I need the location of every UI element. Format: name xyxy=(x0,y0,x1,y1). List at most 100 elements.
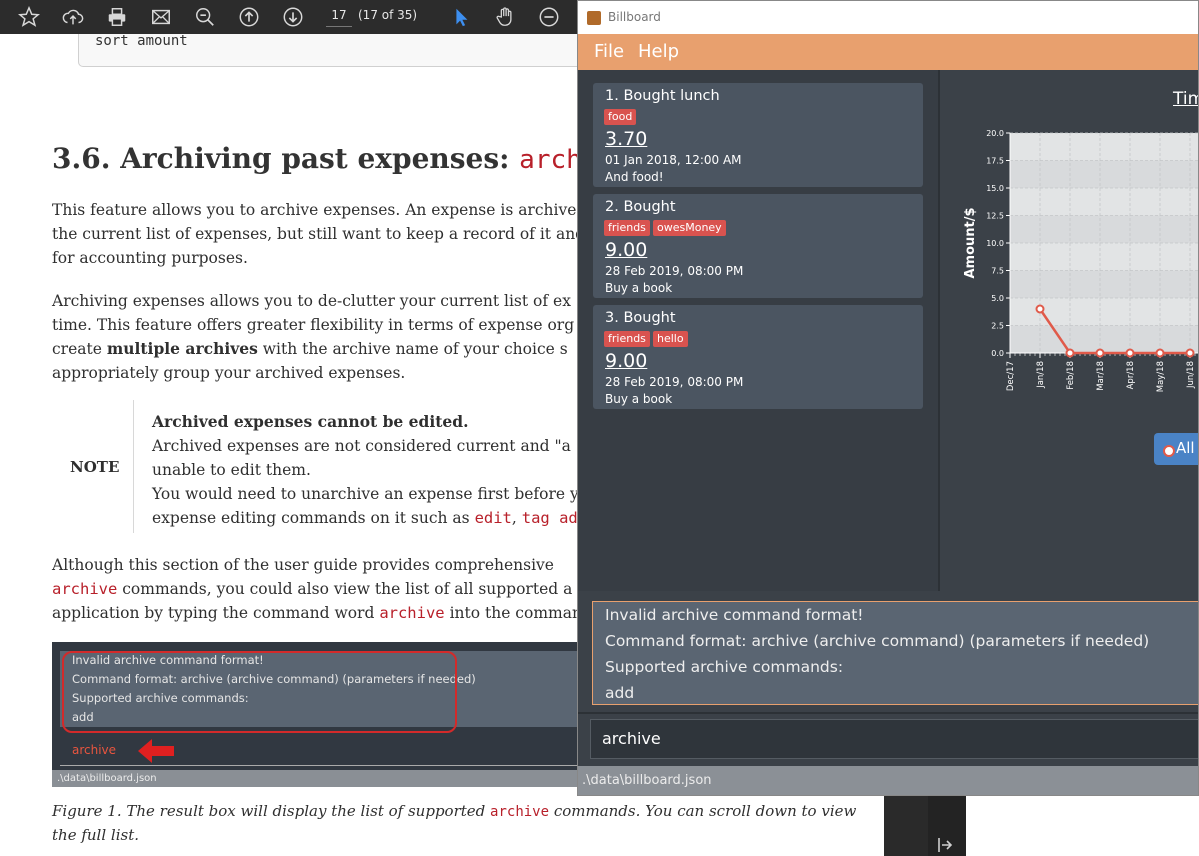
expense-date: 01 Jan 2018, 12:00 AM xyxy=(605,153,742,167)
heading-text: 3.6. Archiving past expenses: xyxy=(52,142,520,175)
inline-code: edit xyxy=(474,509,512,527)
zoom-out-icon[interactable] xyxy=(532,0,566,34)
grid-band xyxy=(1010,188,1198,216)
chart-title: Tim xyxy=(1173,89,1198,109)
timeline-chart: 0.0 2.5 5.0 7.5 10.0 12.5 15.0 17.5 20.0 Dec/17 Ja… xyxy=(963,129,1198,392)
expense-title: 1. Bought lunch xyxy=(605,88,720,104)
y-tick-label: 10.0 xyxy=(986,239,1004,248)
text-span: commands, you could also view the list o… xyxy=(117,580,573,598)
x-tick-label: Dec/17 xyxy=(1006,361,1016,391)
section-heading: 3.6. Archiving past expenses: archive xyxy=(52,142,629,175)
figure-highlight-box xyxy=(62,651,457,733)
inline-code: archive xyxy=(490,804,550,820)
hand-tool-icon[interactable] xyxy=(488,0,522,34)
bold-text: multiple archives xyxy=(106,339,258,358)
text-span: create xyxy=(52,340,107,358)
expense-tag: owesMoney xyxy=(653,220,726,236)
expense-amount: 3.70 xyxy=(605,128,648,150)
menu-help[interactable]: Help xyxy=(638,41,679,62)
billboard-window: Billboard File Help 1. Bought lunch food… xyxy=(577,0,1199,796)
text-span: with the archive name of your choice s xyxy=(257,340,568,358)
code-snippet: sort amount xyxy=(95,34,188,49)
select-pointer-icon[interactable] xyxy=(444,0,478,34)
x-tick-label: Jan/18 xyxy=(1036,361,1046,389)
page-count: (17 of 35) xyxy=(358,8,418,22)
result-line: Command format: archive (archive command… xyxy=(605,632,1150,650)
expense-title: 2. Bought xyxy=(605,199,676,215)
app-icon xyxy=(587,11,601,25)
zoom-icon[interactable] xyxy=(188,0,222,34)
figure-command-text: archive xyxy=(72,743,117,757)
expense-date: 28 Feb 2019, 08:00 PM xyxy=(605,264,744,278)
caption-line: the full list. xyxy=(52,826,139,844)
x-tick-label: Apr/18 xyxy=(1126,361,1136,389)
page-number-input[interactable]: 17 xyxy=(326,4,352,27)
y-tick-label: 0.0 xyxy=(991,349,1004,358)
expense-amount: 9.00 xyxy=(605,239,648,261)
y-axis-label: Amount/$ xyxy=(963,207,978,278)
data-point xyxy=(1185,348,1195,358)
y-tick-label: 17.5 xyxy=(986,157,1004,166)
expense-card[interactable]: 1. Bought lunch food 3.70 01 Jan 2018, 1… xyxy=(593,83,923,187)
print-icon[interactable] xyxy=(100,0,134,34)
result-display[interactable]: Invalid archive command format! Command … xyxy=(592,601,1198,705)
page-up-icon[interactable] xyxy=(232,0,266,34)
command-input[interactable] xyxy=(590,719,1198,759)
x-tick-label: Jun/18 xyxy=(1186,361,1196,389)
x-tick-label: Mar/18 xyxy=(1096,361,1106,391)
text-span: , xyxy=(511,509,522,527)
y-tick-label: 20.0 xyxy=(986,129,1004,138)
grid-band xyxy=(1010,243,1198,271)
result-line: Invalid archive command format! xyxy=(605,606,864,624)
collapse-panel-icon[interactable] xyxy=(936,836,954,854)
star-icon[interactable] xyxy=(12,0,46,34)
note-label: NOTE xyxy=(70,458,120,476)
figure-caption: Figure 1. The result box will display th… xyxy=(52,800,856,847)
window-titlebar[interactable]: Billboard xyxy=(578,1,1198,34)
x-tick-label: Feb/18 xyxy=(1066,361,1076,390)
page-down-icon[interactable] xyxy=(276,0,310,34)
all-toggle-label: All xyxy=(1176,439,1195,457)
expense-date: 28 Feb 2019, 08:00 PM xyxy=(605,375,744,389)
x-tick-label: May/18 xyxy=(1156,361,1166,392)
arrow-left-icon xyxy=(138,739,174,763)
radio-dot-icon xyxy=(1163,445,1175,457)
result-separator xyxy=(578,712,1198,714)
note-bold: Archived expenses cannot be edited. xyxy=(152,412,469,431)
expense-description: Buy a book xyxy=(605,392,673,406)
window-title: Billboard xyxy=(608,10,661,24)
y-tick-label: 5.0 xyxy=(991,294,1004,303)
expense-amount: 9.00 xyxy=(605,350,648,372)
command-input-value: archive xyxy=(602,729,661,748)
cloud-upload-icon[interactable] xyxy=(56,0,90,34)
data-point xyxy=(1155,348,1165,358)
data-point xyxy=(1035,304,1045,314)
note-divider xyxy=(133,400,134,533)
figure-screenshot: Invalid archive command format! Command … xyxy=(52,642,592,787)
text-span: Figure 1. The result box will display th… xyxy=(52,802,491,820)
text-span: expense editing commands on it such as xyxy=(152,509,475,527)
inline-code: archive xyxy=(52,580,118,598)
text-span: application by typing the command word xyxy=(52,604,380,622)
expense-tag: hello xyxy=(653,331,688,347)
expense-list-pane: 1. Bought lunch food 3.70 01 Jan 2018, 1… xyxy=(578,70,938,591)
data-point xyxy=(1065,348,1075,358)
y-tick-label: 12.5 xyxy=(986,212,1004,221)
expense-tag: friends xyxy=(604,220,650,236)
inline-code: archive xyxy=(379,604,445,622)
menu-file[interactable]: File xyxy=(594,41,624,62)
expense-card[interactable]: 3. Bought friends hello 9.00 28 Feb 2019… xyxy=(593,305,923,409)
y-tick-label: 7.5 xyxy=(991,267,1004,276)
expense-card[interactable]: 2. Bought friends owesMoney 9.00 28 Feb … xyxy=(593,194,923,298)
expense-title: 3. Bought xyxy=(605,310,676,326)
mail-icon[interactable] xyxy=(144,0,178,34)
expense-description: Buy a book xyxy=(605,281,673,295)
y-tick-label: 15.0 xyxy=(986,184,1004,193)
expense-tag: friends xyxy=(604,331,650,347)
result-line: Supported archive commands: xyxy=(605,658,844,676)
y-tick-label: 2.5 xyxy=(991,322,1004,331)
expense-description: And food! xyxy=(605,170,664,184)
text-span: commands. You can scroll down to view xyxy=(549,802,857,820)
data-point xyxy=(1125,348,1135,358)
result-line: add xyxy=(605,684,635,702)
